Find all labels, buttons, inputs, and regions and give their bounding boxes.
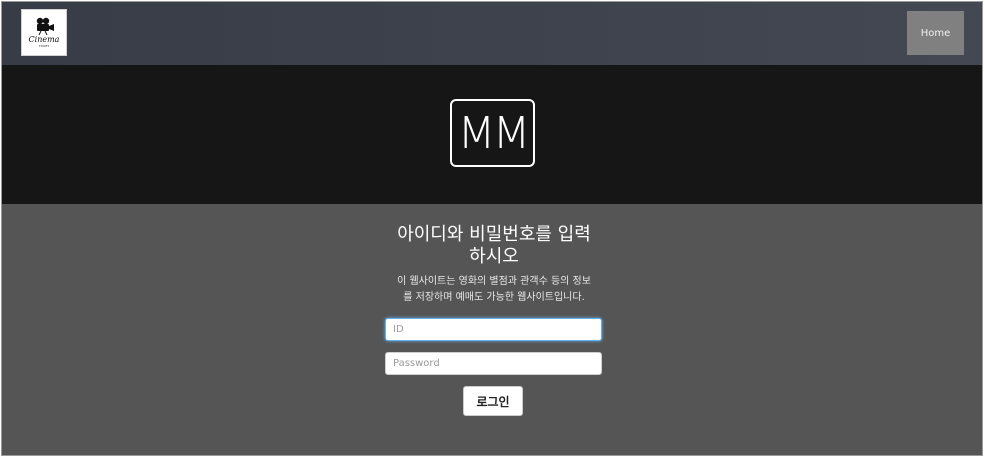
site-logo[interactable]: Cinema TICKET: [21, 9, 67, 56]
home-button[interactable]: Home: [907, 11, 964, 55]
logo-subtext: TICKET: [38, 44, 50, 48]
login-button[interactable]: 로그인: [463, 386, 523, 416]
hero-banner: MM: [2, 65, 982, 204]
mm-logo-badge: MM: [450, 99, 535, 167]
login-title-line2: 하시오: [469, 246, 519, 267]
login-title-line1: 아이디와 비밀번호를 입력: [397, 224, 591, 245]
password-input[interactable]: [385, 352, 602, 375]
login-description: 이 웹사이트는 영화의 별점과 관객수 등의 정보 를 저장하며 예매도 가능한…: [374, 274, 614, 306]
login-title: 아이디와 비밀번호를 입력 하시오: [364, 224, 624, 268]
id-input[interactable]: [385, 318, 602, 341]
navbar: Cinema TICKET Home: [2, 2, 982, 65]
page: Cinema TICKET Home MM 아이디와 비밀번호를 입력 하시오 …: [1, 1, 983, 456]
login-section: 아이디와 비밀번호를 입력 하시오 이 웹사이트는 영화의 별점과 관객수 등의…: [2, 204, 982, 455]
logo-text: Cinema: [28, 35, 60, 44]
login-description-line1: 이 웹사이트는 영화의 별점과 관객수 등의 정보: [397, 276, 591, 287]
login-description-line2: 를 저장하며 예매도 가능한 웹사이트입니다.: [403, 292, 585, 303]
film-camera-icon: [36, 17, 54, 35]
